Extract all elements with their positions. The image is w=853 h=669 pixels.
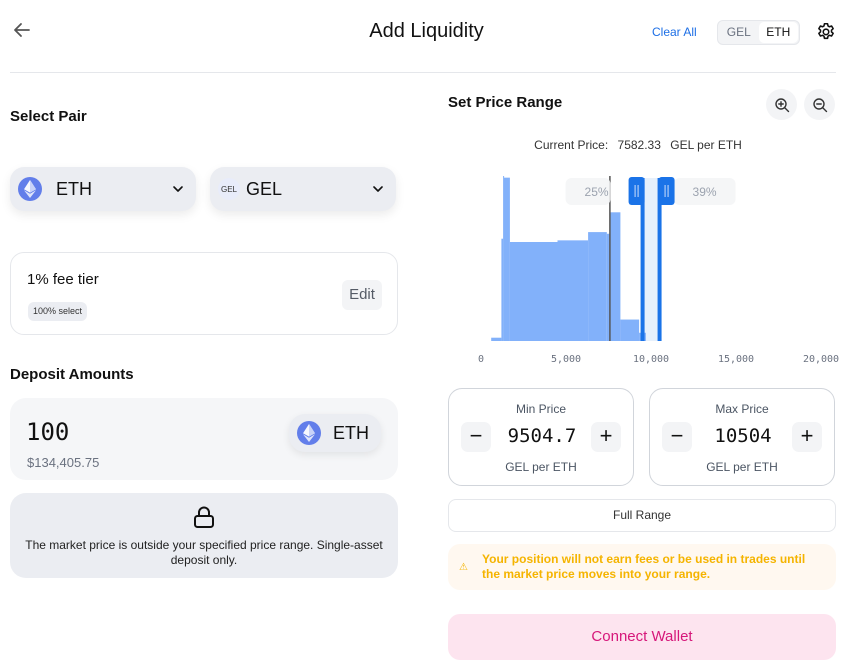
gel-icon: GEL (218, 178, 240, 200)
fee-tier-card: 1% fee tier 100% select Edit (10, 252, 398, 335)
gear-icon (818, 22, 834, 40)
min-price-decrement-button[interactable]: − (461, 422, 491, 452)
select-pair-label: Select Pair (10, 108, 87, 125)
zoom-out-button[interactable] (804, 89, 835, 120)
current-price-unit: GEL per ETH (670, 138, 742, 152)
liquidity-bar (610, 212, 621, 341)
max-price-input[interactable] (695, 425, 791, 447)
deposit-usd-value: $134,405.75 (27, 455, 100, 470)
liquidity-chart[interactable]: 25% 39% 0 5,000 10,000 15,000 20,000 (470, 170, 840, 370)
unit-toggle-gel[interactable]: GEL (719, 22, 759, 43)
x-tick-label: 5,000 (551, 354, 581, 365)
token-a-select[interactable]: ETH (10, 167, 196, 211)
zoom-in-icon (774, 97, 789, 112)
locked-deposit-notice: The market price is outside your specifi… (10, 493, 398, 578)
set-price-range-label: Set Price Range (448, 94, 563, 111)
min-price-box: Min Price − + GEL per ETH (448, 388, 634, 486)
x-tick-label: 0 (478, 354, 484, 365)
eth-icon (297, 421, 321, 445)
selected-range-fill (642, 178, 660, 341)
current-price-value: 7582.33 (617, 138, 661, 152)
liquidity-bar (509, 242, 558, 341)
warning-text: Your position will not earn fees or be u… (482, 552, 806, 581)
liquidity-bar (557, 240, 589, 341)
token-a-symbol: ETH (56, 178, 92, 199)
out-of-range-warning: ⚠ Your position will not earn fees or be… (448, 544, 836, 590)
current-price: Current Price: 7582.33 GEL per ETH (448, 138, 828, 152)
max-percent-label: 39% (693, 185, 717, 199)
unit-toggle: GEL ETH (717, 20, 800, 45)
zoom-in-button[interactable] (766, 89, 797, 120)
deposit-amount-input[interactable] (26, 418, 226, 446)
deposit-amounts-label: Deposit Amounts (10, 366, 134, 383)
header-divider (10, 72, 836, 73)
edit-fee-button[interactable]: Edit (342, 280, 382, 310)
max-price-unit: GEL per ETH (706, 460, 778, 474)
token-b-symbol: GEL (246, 178, 283, 199)
full-range-button[interactable]: Full Range (448, 499, 836, 532)
clear-all-link[interactable]: Clear All (652, 25, 697, 39)
liquidity-bar (620, 319, 640, 341)
liquidity-bar (503, 177, 510, 341)
liquidity-bar (501, 238, 504, 341)
max-price-decrement-button[interactable]: − (662, 422, 692, 452)
eth-icon (18, 177, 42, 201)
x-tick-label: 15,000 (718, 354, 754, 365)
liquidity-bar (588, 232, 607, 341)
unit-toggle-eth[interactable]: ETH (758, 22, 798, 43)
token-b-select[interactable]: GEL GEL (210, 167, 396, 211)
fee-tier-badge: 100% select (28, 302, 88, 321)
connect-wallet-button[interactable]: Connect Wallet (448, 614, 836, 660)
max-range-handle[interactable] (658, 177, 675, 205)
header: Add Liquidity Clear All GEL ETH (0, 0, 853, 72)
warning-icon: ⚠ (459, 562, 468, 573)
liquidity-chart-svg: 25% 39% 0 5,000 10,000 15,000 20,000 (478, 176, 839, 365)
settings-button[interactable] (815, 21, 837, 43)
min-range-handle[interactable] (628, 177, 645, 205)
liquidity-bar (491, 337, 502, 341)
current-price-label: Current Price: (534, 138, 609, 152)
chevron-down-icon (173, 186, 183, 192)
max-price-increment-button[interactable]: + (792, 422, 822, 452)
deposit-token-symbol: ETH (333, 422, 369, 443)
min-percent-label: 25% (585, 185, 609, 199)
max-price-box: Max Price − + GEL per ETH (649, 388, 835, 486)
min-price-input[interactable] (494, 425, 590, 447)
lock-icon (194, 506, 214, 528)
min-price-unit: GEL per ETH (505, 460, 577, 474)
x-tick-label: 20,000 (803, 354, 839, 365)
min-price-label: Min Price (515, 402, 566, 416)
locked-message: The market price is outside your specifi… (25, 538, 383, 567)
chevron-down-icon (373, 186, 383, 192)
x-tick-label: 10,000 (633, 354, 669, 365)
deposit-card: $134,405.75 ETH (10, 398, 398, 480)
max-price-label: Max Price (715, 402, 769, 416)
fee-tier-title: 1% fee tier (27, 271, 99, 288)
deposit-token-selector[interactable]: ETH (289, 414, 381, 452)
min-price-increment-button[interactable]: + (591, 422, 621, 452)
zoom-out-icon (812, 97, 827, 112)
